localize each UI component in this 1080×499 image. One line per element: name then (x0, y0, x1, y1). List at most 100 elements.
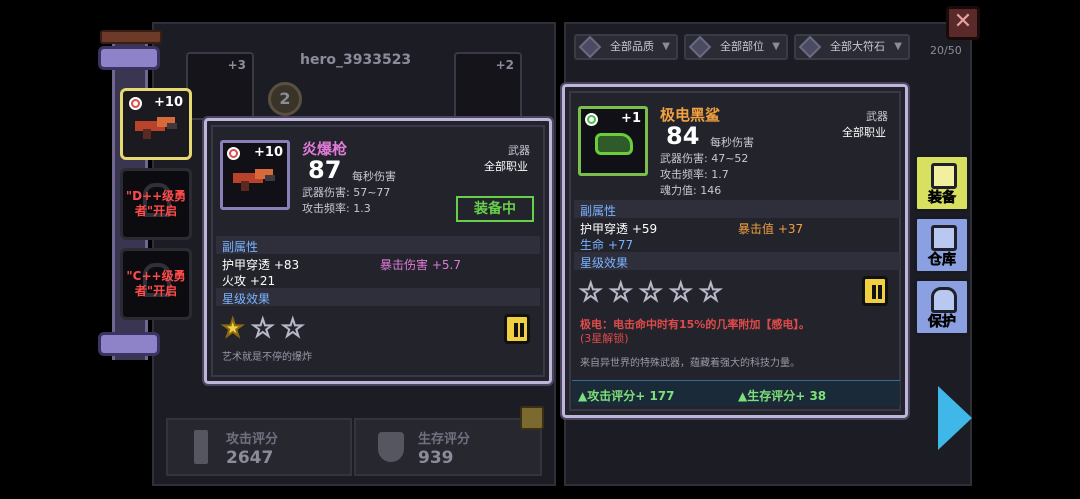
sub-attr-band (216, 236, 540, 254)
locked-slot-label: "C++级勇者"开启 (126, 269, 186, 298)
item-flavor-text: 来自异世界的特殊武器，蕴藏着强大的科技力量。 (580, 358, 800, 369)
attack-score-box: 攻击评分 2647 (166, 418, 352, 476)
attack-score-label: 攻击评分 (226, 432, 279, 447)
accessory-slot-right[interactable]: +2 (454, 52, 522, 120)
equip-tab-button[interactable]: 装备 (914, 154, 970, 212)
sword-icon (194, 430, 208, 464)
accessory-slot-left[interactable]: +3 (186, 52, 254, 120)
level-badge: 2 (268, 82, 302, 116)
locked-slot-label: "D++级勇者"开启 (125, 189, 187, 218)
star-icon-empty: ★ (699, 278, 722, 306)
locked-slot-c[interactable]: "C++级勇者"开启 (120, 248, 192, 320)
item-plus-label: +10 (254, 145, 283, 160)
badge-number: 2 (279, 89, 291, 108)
sub-attr-band (574, 200, 900, 218)
slot-plus-label: +3 (227, 58, 246, 72)
attack-score-value: 2647 (226, 448, 274, 468)
inventory-count: 20/50 (930, 44, 962, 57)
attr-crit-damage: 暴击伤害 +5.7 (380, 258, 461, 272)
star-icon-empty: ★ (579, 278, 602, 306)
flame-gun-icon (135, 115, 179, 141)
flame-gun-icon (233, 167, 277, 193)
scroll-top-cap[interactable] (98, 46, 160, 70)
equip-tab-label: 装备 (928, 190, 957, 207)
lock-icon (931, 287, 957, 313)
rune-icon (798, 35, 822, 59)
shark-gun-icon (595, 133, 633, 155)
filter-quality-label: 全部品质 (610, 40, 654, 53)
star-icon-empty: ★ (669, 278, 692, 306)
protect-tab-button[interactable]: 保护 (914, 278, 970, 336)
chevron-down-icon: ▼ (772, 41, 780, 52)
weapon-damage: 武器伤害: 57~77 (302, 186, 391, 199)
weapon-slot-selected[interactable]: +10 (120, 88, 192, 160)
dps-label: 每秒伤害 (352, 170, 396, 183)
star-icon-empty: ★ (251, 314, 274, 342)
close-icon: ✕ (953, 9, 973, 34)
slot-plus-label: +10 (154, 95, 183, 110)
star-title: 星级效果 (222, 292, 271, 306)
star-effect-unlock: (3星解锁) (580, 332, 629, 345)
chevron-down-icon: ▼ (894, 41, 902, 52)
dps-label: 每秒伤害 (710, 136, 754, 149)
weapon-damage: 武器伤害: 47~52 (660, 152, 749, 165)
item-plus-label: +1 (621, 111, 641, 126)
item-flavor-text: 艺术就是不停的爆炸 (222, 352, 312, 363)
survive-score-value: 939 (418, 448, 454, 468)
protect-tab-label: 保护 (928, 314, 957, 331)
hero-name: hero_3933523 (300, 52, 412, 68)
survive-rating-delta: ▲生存评分+ 38 (738, 389, 827, 403)
soul-value: 魂力值: 146 (660, 184, 722, 197)
star-icon-filled: ★ (221, 314, 244, 342)
item-class: 全部职业 (842, 126, 886, 139)
item-icon-box: +1 (578, 106, 648, 176)
rating-bar: ▲攻击评分+ 177 ▲生存评分+ 38 (572, 380, 900, 406)
item-icon-box: +10 (220, 140, 290, 210)
next-page-arrow-icon[interactable] (938, 386, 972, 450)
armor-icon (931, 163, 957, 189)
chevron-down-icon: ▼ (662, 41, 670, 52)
info-button[interactable] (504, 314, 530, 344)
quality-gem-icon (227, 147, 240, 160)
scroll-top-knob (100, 30, 162, 44)
info-button[interactable] (862, 276, 888, 306)
info-small-icon[interactable] (520, 406, 544, 430)
attr-hp: 生命 +77 (580, 238, 634, 252)
sub-attr-title: 副属性 (580, 204, 617, 218)
item-dps: 84 (666, 122, 700, 150)
filter-rune[interactable]: 全部大符石 ▼ (794, 34, 910, 60)
quality-gem-icon (129, 97, 142, 110)
survive-score-box: 生存评分 939 (354, 418, 542, 476)
filter-rune-label: 全部大符石 (830, 40, 885, 53)
attack-rating-delta: ▲攻击评分+ 177 (578, 389, 675, 403)
slot-plus-label: +2 (495, 58, 514, 72)
quality-icon (578, 35, 602, 59)
attack-frequency: 攻击频率: 1.3 (302, 202, 371, 215)
survive-score-label: 生存评分 (418, 432, 471, 447)
attr-armor-pen: 护甲穿透 +83 (222, 258, 300, 272)
filter-slot-label: 全部部位 (720, 40, 764, 53)
slot-icon (688, 35, 712, 59)
star-icon-empty: ★ (639, 278, 662, 306)
item-dps: 87 (308, 156, 342, 184)
shield-icon (378, 432, 404, 462)
item-type: 武器 (508, 144, 530, 157)
attr-armor-pen: 护甲穿透 +59 (580, 222, 658, 236)
filter-quality[interactable]: 全部品质 ▼ (574, 34, 678, 60)
filter-slot[interactable]: 全部部位 ▼ (684, 34, 788, 60)
star-icon-empty: ★ (281, 314, 304, 342)
attack-frequency: 攻击频率: 1.7 (660, 168, 729, 181)
star-title: 星级效果 (580, 256, 629, 270)
warehouse-tab-button[interactable]: 仓库 (914, 216, 970, 274)
item-type: 武器 (866, 110, 888, 123)
warehouse-tab-label: 仓库 (928, 252, 957, 269)
sub-attr-title: 副属性 (222, 240, 259, 254)
warehouse-icon (931, 225, 957, 251)
item-class: 全部职业 (484, 160, 528, 173)
close-button[interactable]: ✕ (946, 6, 980, 40)
locked-slot-d[interactable]: "D++级勇者"开启 (120, 168, 192, 240)
scroll-bottom-cap[interactable] (98, 332, 160, 356)
equipped-status-badge: 装备中 (456, 196, 534, 222)
attr-fire: 火攻 +21 (222, 274, 276, 288)
star-icon-empty: ★ (609, 278, 632, 306)
